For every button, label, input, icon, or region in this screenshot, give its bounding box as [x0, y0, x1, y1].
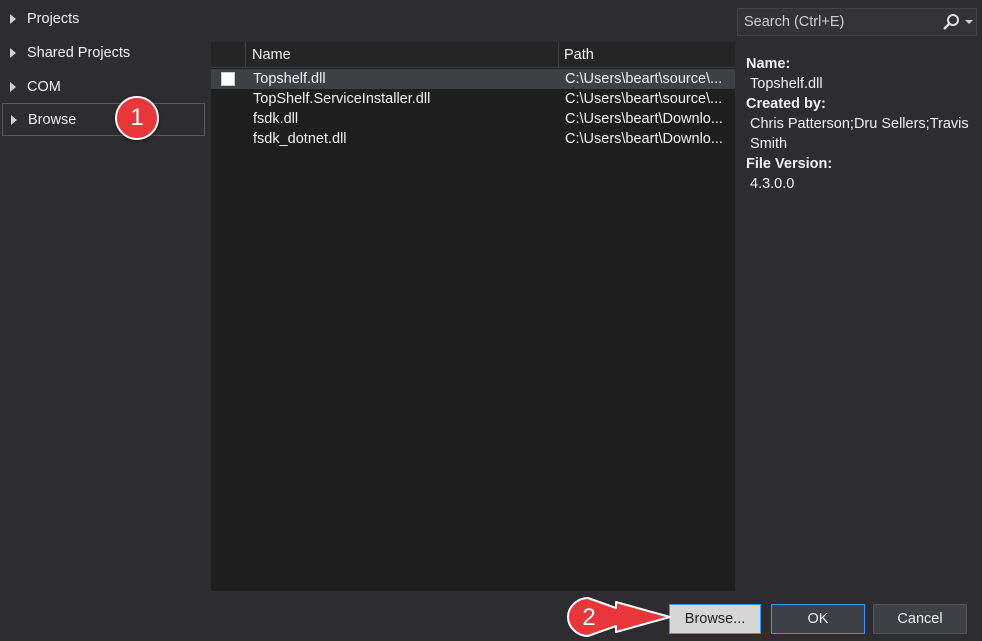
step-badge-1: 1	[115, 96, 159, 140]
tree-item-label: Browse	[28, 111, 77, 128]
row-name: Topshelf.dll	[253, 71, 326, 87]
tree-item-com[interactable]: COM	[2, 70, 205, 103]
search-input[interactable]	[738, 9, 934, 35]
list-row[interactable]: TopShelf.ServiceInstaller.dll C:\Users\b…	[211, 89, 735, 109]
column-header-check[interactable]	[211, 42, 246, 68]
list-row[interactable]: fsdk_dotnet.dll C:\Users\beart\Downlo...	[211, 129, 735, 149]
row-name: fsdk_dotnet.dll	[253, 131, 347, 147]
include-checkbox[interactable]	[221, 72, 235, 86]
row-path: C:\Users\beart\Downlo...	[565, 131, 723, 147]
cancel-button[interactable]: Cancel	[873, 604, 967, 634]
search-icon[interactable]	[941, 13, 961, 31]
expand-arrow-icon[interactable]	[10, 81, 16, 92]
expand-arrow-icon[interactable]	[10, 47, 16, 58]
row-path: C:\Users\beart\Downlo...	[565, 111, 723, 127]
row-path: C:\Users\beart\source\...	[565, 71, 723, 87]
tree-item-projects[interactable]: Projects	[2, 2, 205, 35]
tree-item-label: Projects	[27, 10, 80, 27]
details-created-value: Chris Patterson;Dru Sellers;Travis Smith	[750, 116, 969, 152]
details-created-label: Created by:	[746, 96, 826, 112]
search-options-dropdown-icon[interactable]	[965, 20, 973, 24]
expand-arrow-icon[interactable]	[11, 114, 17, 125]
row-path: C:\Users\beart\source\...	[565, 91, 723, 107]
search-box	[737, 8, 977, 36]
ok-button[interactable]: OK	[771, 604, 865, 634]
details-name-label: Name:	[746, 56, 791, 72]
dialog-footer: Browse... OK Cancel	[0, 597, 982, 641]
details-panel: Name: Topshelf.dll Created by: Chris Pat…	[746, 54, 976, 194]
row-name: TopShelf.ServiceInstaller.dll	[253, 91, 431, 107]
tree-item-label: Shared Projects	[27, 44, 131, 61]
tree-item-label: COM	[27, 78, 61, 95]
column-header-name[interactable]: Name	[252, 47, 291, 63]
step-arrow-2: 2	[567, 597, 671, 637]
tree-item-browse[interactable]: Browse	[2, 103, 205, 136]
details-name-value: Topshelf.dll	[750, 76, 823, 92]
browse-button[interactable]: Browse...	[669, 604, 761, 634]
step-badge-2-label: 2	[582, 604, 595, 631]
list-row[interactable]: fsdk.dll C:\Users\beart\Downlo...	[211, 109, 735, 129]
details-version-label: File Version:	[746, 156, 833, 172]
column-header-path[interactable]: Path	[564, 47, 594, 63]
expand-arrow-icon[interactable]	[10, 13, 16, 24]
list-row[interactable]: Topshelf.dll C:\Users\beart\source\...	[211, 69, 735, 89]
row-name: fsdk.dll	[253, 111, 299, 127]
details-version-value: 4.3.0.0	[750, 176, 795, 192]
column-divider[interactable]	[558, 42, 559, 68]
list-header: Name Path	[211, 42, 735, 68]
tree-item-shared-projects[interactable]: Shared Projects	[2, 36, 205, 69]
reference-list: Name Path Topshelf.dll C:\Users\beart\so…	[211, 42, 735, 591]
